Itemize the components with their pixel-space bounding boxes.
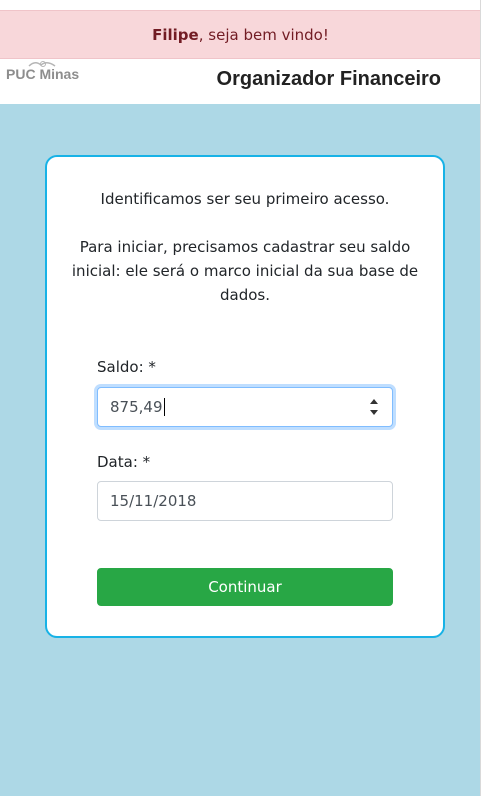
welcome-alert: Filipe, seja bem vindo! — [0, 10, 481, 59]
app-title: Organizador Financeiro — [216, 68, 441, 90]
saldo-input[interactable]: 875,49 — [97, 387, 393, 427]
intro-line-2: Para iniciar, precisamos cadastrar seu s… — [71, 238, 419, 304]
logo: PUC Minas — [5, 60, 85, 90]
data-input[interactable]: 15/11/2018 — [97, 481, 393, 521]
data-value: 15/11/2018 — [110, 492, 197, 510]
page: PUC Minas Organizador Financeiro Filipe,… — [0, 0, 481, 796]
spin-down-icon[interactable] — [370, 410, 378, 415]
alert-user-name: Filipe — [152, 25, 199, 44]
data-label: Data: * — [97, 453, 151, 471]
number-spinner[interactable] — [368, 396, 380, 418]
first-access-card: Identificamos ser seu primeiro acesso. P… — [45, 155, 445, 638]
spin-up-icon[interactable] — [370, 399, 378, 404]
intro-line-1: Identificamos ser seu primeiro acesso. — [100, 190, 390, 208]
saldo-value: 875,49 — [110, 398, 163, 416]
alert-message: , seja bem vindo! — [198, 25, 329, 44]
saldo-label: Saldo: * — [97, 358, 156, 376]
text-caret — [163, 398, 165, 416]
intro-text: Identificamos ser seu primeiro acesso. P… — [67, 187, 423, 307]
continuar-button[interactable]: Continuar — [97, 568, 393, 606]
logo-text: PUC Minas — [6, 66, 80, 82]
